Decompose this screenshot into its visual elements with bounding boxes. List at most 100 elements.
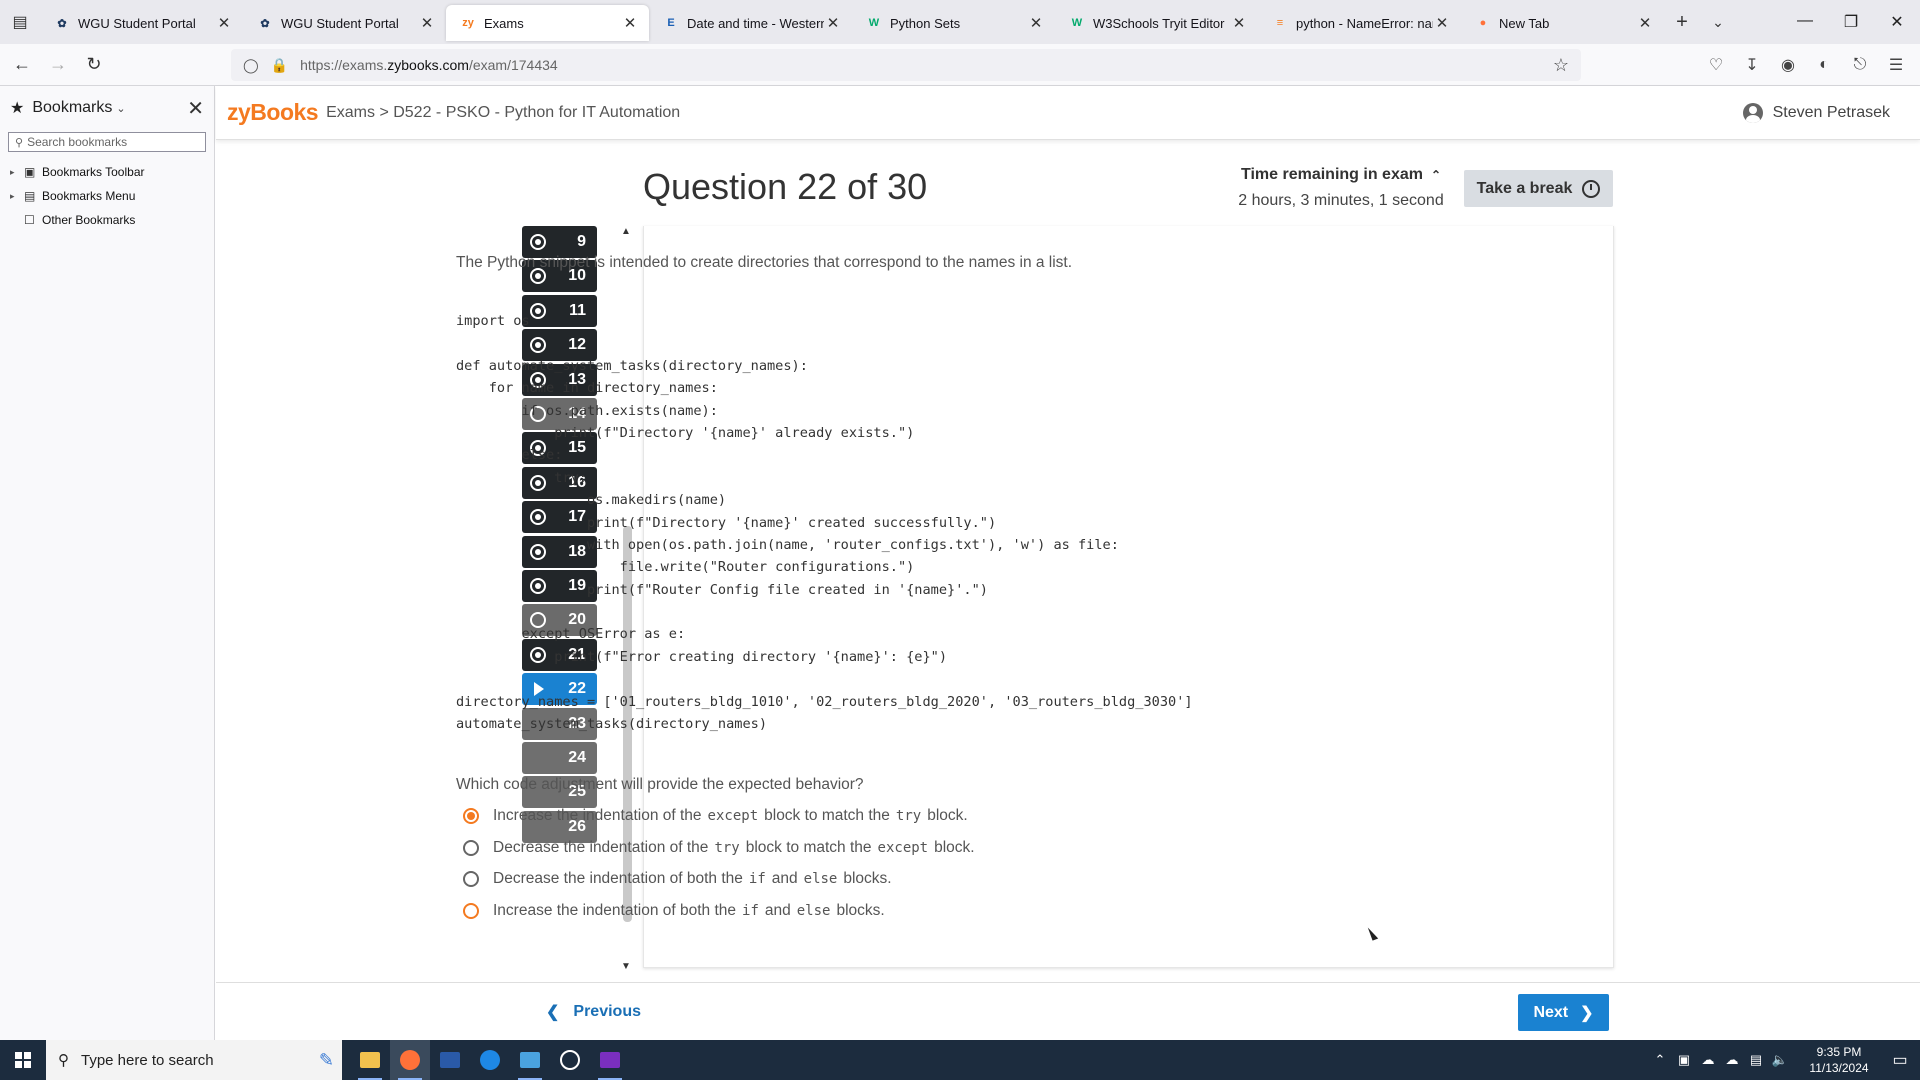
answer-option-1[interactable]: Increase the indentation of the except blo… bbox=[463, 804, 970, 828]
radio-icon[interactable] bbox=[463, 902, 479, 919]
answer-option-3[interactable]: Decrease the indentation of both the if an… bbox=[463, 867, 894, 891]
answer-option-4[interactable]: Increase the indentation of both the if an… bbox=[463, 899, 887, 923]
start-button[interactable] bbox=[0, 1040, 46, 1080]
sidebar-item-label: Bookmarks Menu bbox=[42, 189, 136, 203]
back-arrow-icon[interactable]: ← bbox=[4, 54, 40, 75]
file-explorer-icon[interactable] bbox=[350, 1040, 390, 1080]
account-icon[interactable]: ◉ bbox=[1770, 55, 1806, 75]
sidebar-item-bookmarks-menu[interactable]: ▸ ▤ Bookmarks Menu bbox=[0, 184, 214, 208]
option-code: try bbox=[714, 839, 740, 856]
minimize-icon[interactable]: — bbox=[1782, 12, 1828, 32]
menu-icon[interactable]: ☰ bbox=[1878, 55, 1914, 75]
close-tab-icon[interactable]: ✕ bbox=[1027, 14, 1045, 32]
search-icon: ⚲ bbox=[58, 1052, 69, 1069]
close-sidebar-icon[interactable]: ✕ bbox=[187, 96, 204, 121]
question-nav-button[interactable]: 24 bbox=[522, 742, 597, 774]
scroll-up-icon[interactable]: ▲ bbox=[621, 226, 631, 237]
close-tab-icon[interactable]: ✕ bbox=[418, 14, 436, 32]
timer-toggle[interactable]: Time remaining in exam ⌃ bbox=[1216, 166, 1466, 184]
tab-6[interactable]: ≡ python - NameError: name✕ bbox=[1258, 5, 1461, 41]
lock-icon[interactable]: 🔒 bbox=[271, 57, 288, 74]
onenote-icon[interactable] bbox=[590, 1040, 630, 1080]
onedrive-icon[interactable]: ☁ bbox=[1720, 1052, 1744, 1068]
close-tab-icon[interactable]: ✕ bbox=[215, 14, 233, 32]
previous-button[interactable]: ❮ Previous bbox=[546, 995, 641, 1029]
option-code2: else bbox=[796, 902, 831, 919]
notifications-icon[interactable]: ▭ bbox=[1880, 1050, 1920, 1070]
previous-label: Previous bbox=[573, 1003, 641, 1020]
timer-value: 2 hours, 3 minutes, 1 second bbox=[1238, 192, 1444, 209]
toolbar-folder-icon: ▣ bbox=[24, 165, 36, 179]
list-all-tabs-icon[interactable]: ▤ bbox=[0, 0, 40, 44]
downloads-icon[interactable]: ↧ bbox=[1734, 55, 1770, 75]
code-line: else: bbox=[456, 447, 563, 464]
taskbar-search-input[interactable]: ⚲ Type here to search ✎ bbox=[46, 1040, 342, 1080]
radio-icon[interactable] bbox=[463, 839, 479, 856]
powershell-icon[interactable] bbox=[430, 1040, 470, 1080]
chatgpt-icon[interactable] bbox=[550, 1040, 590, 1080]
bookmark-star-icon[interactable]: ☆ bbox=[1553, 55, 1569, 76]
take-a-break-button[interactable]: Take a break bbox=[1464, 170, 1613, 207]
option-code2: except bbox=[877, 839, 929, 856]
code-line: if os.path.exists(name): bbox=[456, 402, 718, 419]
edge-icon[interactable] bbox=[470, 1040, 510, 1080]
stackoverflow-icon: ≡ bbox=[1276, 17, 1284, 29]
tab-4[interactable]: W Python Sets ✕ bbox=[852, 5, 1055, 41]
next-button[interactable]: Next ❯ bbox=[1518, 994, 1609, 1031]
close-tab-icon[interactable]: ✕ bbox=[1433, 14, 1451, 32]
tab-3[interactable]: E Date and time - Western Go✕ bbox=[649, 5, 852, 41]
close-tab-icon[interactable]: ✕ bbox=[1230, 14, 1248, 32]
bookmark-search-input[interactable]: ⚲ Search bookmarks bbox=[8, 132, 206, 152]
tab-title: WGU Student Portal bbox=[281, 15, 399, 31]
answer-option-2[interactable]: Decrease the indentation of the try block … bbox=[463, 836, 977, 860]
expand-arrow-icon[interactable]: ▸ bbox=[10, 167, 24, 178]
address-bar[interactable]: ◯ 🔒 https://exams. zybooks.com/exam/17443… bbox=[231, 49, 1581, 81]
clock[interactable]: 9:35 PM 11/13/2024 bbox=[1798, 1044, 1880, 1076]
code-line: os.makedirs(name) bbox=[456, 492, 727, 509]
firefox-icon[interactable] bbox=[390, 1040, 430, 1080]
option-post: blocks. bbox=[836, 901, 885, 919]
chevron-up-icon[interactable]: ⌃ bbox=[1648, 1052, 1672, 1068]
new-tab-button[interactable]: + bbox=[1664, 11, 1700, 34]
pocket-icon[interactable]: ♡ bbox=[1698, 55, 1734, 75]
extensions-icon[interactable]: ⎋ bbox=[1842, 56, 1878, 74]
option-code: if bbox=[742, 902, 759, 919]
radio-icon[interactable] bbox=[463, 871, 479, 887]
tab-7[interactable]: ● New Tab ✕ bbox=[1461, 5, 1664, 41]
close-tab-icon[interactable]: ✕ bbox=[1636, 14, 1654, 32]
sidebar-item-bookmarks-toolbar[interactable]: ▸ ▣ Bookmarks Toolbar bbox=[0, 160, 214, 184]
close-window-icon[interactable]: ✕ bbox=[1874, 12, 1920, 32]
sidebar-title[interactable]: Bookmarks bbox=[32, 99, 112, 117]
scroll-down-icon[interactable]: ▼ bbox=[621, 961, 631, 972]
forward-arrow-icon[interactable]: → bbox=[40, 54, 76, 75]
expand-arrow-icon[interactable]: ▸ bbox=[10, 191, 24, 202]
firefox-icon: ● bbox=[1479, 17, 1487, 29]
shield-icon[interactable]: ◯ bbox=[243, 57, 259, 74]
option-mid: and bbox=[771, 870, 798, 887]
chevron-down-icon[interactable]: ⌄ bbox=[116, 102, 125, 115]
tab-2[interactable]: zy Exams ✕ bbox=[446, 5, 649, 41]
tab-title: Python Sets bbox=[890, 15, 961, 31]
meet-icon[interactable]: ▣ bbox=[1672, 1052, 1696, 1068]
zybooks-logo[interactable]: zyBooks bbox=[227, 99, 319, 126]
code-line: print(f"Router Config file created in '{… bbox=[456, 581, 988, 598]
user-menu[interactable]: Steven Petrasek bbox=[1742, 86, 1890, 140]
tab-5[interactable]: W W3Schools Tryit Editor ✕ bbox=[1055, 5, 1258, 41]
snipping-tool-icon[interactable] bbox=[510, 1040, 550, 1080]
close-tab-icon[interactable]: ✕ bbox=[621, 14, 639, 32]
network-icon[interactable]: ▤ bbox=[1744, 1052, 1768, 1068]
close-tab-icon[interactable]: ✕ bbox=[824, 14, 842, 32]
sidebar-item-other-bookmarks[interactable]: ☐ Other Bookmarks bbox=[0, 208, 214, 232]
radio-selected-icon[interactable] bbox=[463, 808, 479, 824]
tab-0[interactable]: ✿ WGU Student Portal ✕ bbox=[40, 5, 243, 41]
reload-icon[interactable]: ↻ bbox=[76, 54, 112, 75]
tab-1[interactable]: ✿ WGU Student Portal ✕ bbox=[243, 5, 446, 41]
option-mid: block to match the bbox=[764, 807, 890, 824]
code-line: print(f"Error creating directory '{name}… bbox=[456, 648, 948, 665]
sync-icon[interactable]: ◐ bbox=[1806, 56, 1842, 74]
tab-overflow-chevron-icon[interactable]: ⌄ bbox=[1700, 14, 1736, 31]
weather-icon[interactable]: ☁ bbox=[1696, 1052, 1720, 1068]
w3schools-icon: W bbox=[868, 17, 880, 29]
restore-icon[interactable]: ❐ bbox=[1828, 12, 1874, 32]
volume-icon[interactable]: 🔈 bbox=[1768, 1052, 1792, 1068]
